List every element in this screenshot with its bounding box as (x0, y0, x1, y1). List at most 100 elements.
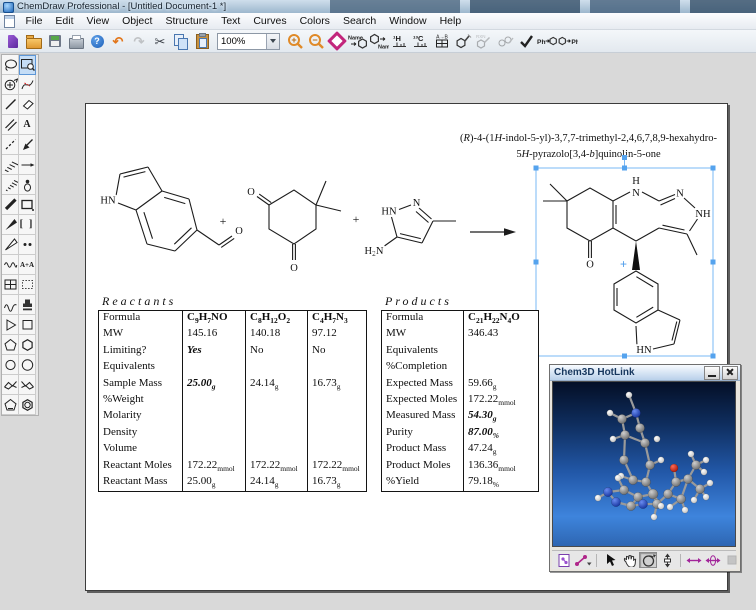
text-tool[interactable]: A (19, 115, 36, 135)
table-tool[interactable] (2, 275, 19, 295)
menu-text[interactable]: Text (215, 13, 247, 29)
structure-to-name-button[interactable]: Name (369, 31, 389, 51)
chemical-symbols-tool[interactable] (19, 235, 36, 255)
table-cell[interactable] (245, 409, 307, 425)
menu-structure[interactable]: Structure (159, 13, 215, 29)
table-cell[interactable]: C21H22N4O (463, 311, 536, 327)
template-tool[interactable] (19, 295, 36, 315)
menu-file[interactable]: File (19, 13, 49, 29)
table-cell[interactable]: 16.73g (307, 475, 364, 491)
new-document-button[interactable] (3, 31, 23, 51)
table-cell[interactable]: 145.16 (182, 327, 245, 343)
predict-1h-nmr-button[interactable]: ¹H (390, 31, 410, 51)
hotlink-titlebar[interactable]: Chem3D HotLink (550, 365, 740, 381)
menu-help[interactable]: Help (433, 13, 468, 29)
reactant-indole-carbaldehyde[interactable] (116, 167, 234, 251)
save-button[interactable] (45, 31, 65, 51)
table-cell[interactable]: Yes (182, 344, 245, 360)
copy-button[interactable] (171, 31, 191, 51)
pen-tool[interactable] (19, 135, 36, 155)
rotation-handle[interactable] (622, 155, 627, 160)
menu-search[interactable]: Search (336, 13, 382, 29)
minimize-button[interactable] (704, 366, 720, 380)
paste-button[interactable] (192, 31, 212, 51)
menu-window[interactable]: Window (383, 13, 433, 29)
table-cell[interactable]: 87.00% (463, 426, 536, 442)
undo-button[interactable]: ↶ (108, 31, 128, 51)
table-cell[interactable]: C4H7N3 (307, 311, 364, 327)
cut-button[interactable]: ✂ (150, 31, 170, 51)
pentagon-template-tool[interactable] (2, 335, 19, 355)
table-cell[interactable] (307, 393, 364, 409)
print-button[interactable] (66, 31, 86, 51)
expand-label-button[interactable]: Ph (537, 31, 557, 51)
multiple-bonds-tool[interactable] (19, 75, 36, 95)
square-template-tool[interactable] (19, 315, 36, 335)
hashed-wedge-tool[interactable] (2, 175, 19, 195)
table-cell[interactable] (182, 393, 245, 409)
hexagon-template-tool[interactable] (19, 335, 36, 355)
table-cell[interactable] (245, 442, 307, 458)
name-to-structure-button[interactable]: Name (348, 31, 368, 51)
table-cell[interactable] (307, 442, 364, 458)
zoom-level-combo[interactable]: 100% (217, 33, 280, 50)
close-button[interactable] (722, 366, 738, 380)
rotate-x-button[interactable] (685, 552, 703, 568)
triangle-template-tool[interactable] (2, 315, 19, 335)
table-cell[interactable]: 172.22mmol (245, 459, 307, 475)
reactant-dimedone[interactable] (257, 181, 341, 260)
table-cell[interactable]: 346.43 (463, 327, 536, 343)
table-cell[interactable]: 136.36mmol (463, 459, 536, 475)
open-button[interactable] (24, 31, 44, 51)
lasso-tool[interactable] (2, 55, 19, 75)
chemdraw-diamond-button[interactable] (327, 31, 347, 51)
hashed-bond-tool[interactable] (2, 155, 19, 175)
table-cell[interactable] (307, 426, 364, 442)
table-cell[interactable]: 140.18 (245, 327, 307, 343)
arrow-tool[interactable] (19, 155, 36, 175)
bold-bond-tool[interactable] (2, 195, 19, 215)
clean-up-structure-button[interactable] (453, 31, 473, 51)
table-cell[interactable] (182, 409, 245, 425)
chair-cyclohexane-left-tool[interactable] (2, 375, 19, 395)
table-cell[interactable]: 24.14g (245, 377, 307, 393)
help-button[interactable]: ? (87, 31, 107, 51)
wedge-bond-tool[interactable] (2, 215, 19, 235)
menu-view[interactable]: View (80, 13, 116, 29)
model-document-button[interactable] (555, 552, 573, 568)
table-cell[interactable]: 59.66g (463, 377, 536, 393)
table-cell[interactable]: 16.73g (307, 377, 364, 393)
wavy-bond-tool[interactable] (2, 255, 19, 275)
table-cell[interactable]: 25.00g (182, 475, 245, 491)
rotate-button[interactable] (639, 552, 657, 568)
bond-style-button[interactable] (574, 552, 592, 568)
table-cell[interactable]: 24.14g (245, 475, 307, 491)
document-system-icon[interactable] (4, 15, 15, 28)
reactants-table[interactable]: FormulaC9H7NOC8H12O2C4H7N3MW145.16140.18… (98, 310, 367, 492)
dashed-bond-tool[interactable] (2, 135, 19, 155)
rotate-y-button[interactable] (704, 552, 722, 568)
check-structure-button[interactable] (516, 31, 536, 51)
table-cell[interactable]: No (307, 344, 364, 360)
table-cell[interactable]: C9H7NO (182, 311, 245, 327)
table-cell[interactable] (182, 360, 245, 376)
selection-box[interactable]: + (534, 155, 716, 359)
double-bond-tool[interactable] (2, 115, 19, 135)
table-cell[interactable]: 172.22mmol (182, 459, 245, 475)
table-cell[interactable] (182, 426, 245, 442)
menu-curves[interactable]: Curves (247, 13, 293, 29)
marquee-tool[interactable] (19, 55, 36, 75)
solid-bond-tool[interactable] (2, 95, 19, 115)
menu-colors[interactable]: Colors (293, 13, 336, 29)
table-cell[interactable] (307, 409, 364, 425)
bracket-tool[interactable]: [ ] (19, 215, 36, 235)
table-cell[interactable] (307, 360, 364, 376)
zoom-in-button[interactable]: + (285, 31, 305, 51)
chair-cyclohexane-right-tool[interactable] (19, 375, 36, 395)
reaction-arrow[interactable] (470, 228, 516, 236)
curve-tool[interactable] (2, 295, 19, 315)
table-cell[interactable]: 47.24g (463, 442, 536, 458)
hollow-wedge-tool[interactable] (2, 235, 19, 255)
predict-13c-nmr-button[interactable]: ¹³C (411, 31, 431, 51)
benzene-ring-tool[interactable] (19, 395, 36, 415)
